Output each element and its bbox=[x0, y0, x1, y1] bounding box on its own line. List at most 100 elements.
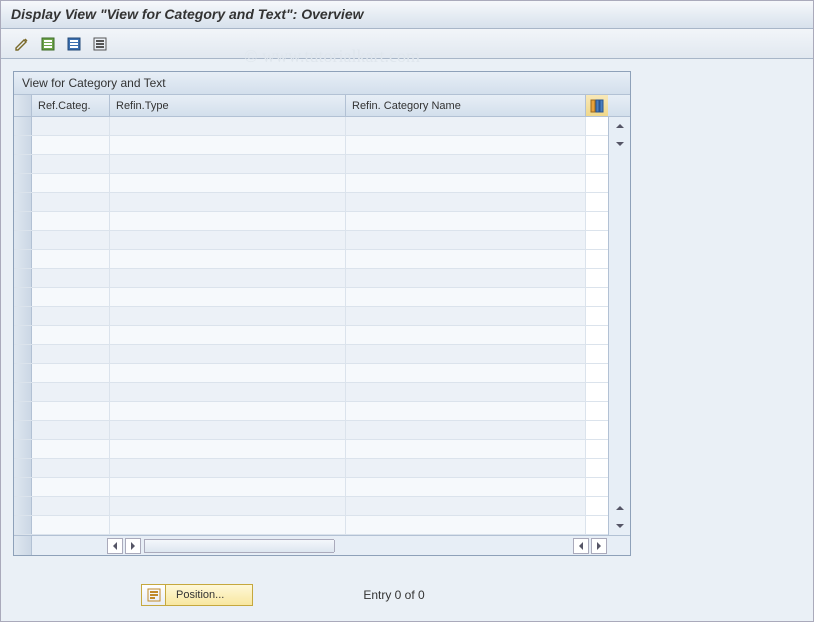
cell[interactable] bbox=[32, 212, 110, 230]
cell[interactable] bbox=[110, 250, 346, 268]
row-selector[interactable] bbox=[14, 307, 32, 325]
scroll-right-icon[interactable] bbox=[591, 538, 607, 554]
cell[interactable] bbox=[110, 174, 346, 192]
cell[interactable] bbox=[110, 402, 346, 420]
cell[interactable] bbox=[346, 497, 586, 515]
row-selector[interactable] bbox=[14, 193, 32, 211]
cell[interactable] bbox=[346, 326, 586, 344]
cell[interactable] bbox=[110, 136, 346, 154]
cell[interactable] bbox=[346, 421, 586, 439]
cell[interactable] bbox=[346, 516, 586, 534]
cell[interactable] bbox=[32, 326, 110, 344]
cell[interactable] bbox=[346, 212, 586, 230]
cell[interactable] bbox=[346, 250, 586, 268]
row-selector[interactable] bbox=[14, 345, 32, 363]
print-button[interactable] bbox=[89, 33, 111, 55]
scroll-left-icon[interactable] bbox=[107, 538, 123, 554]
cell[interactable] bbox=[346, 136, 586, 154]
cell[interactable] bbox=[346, 402, 586, 420]
cell[interactable] bbox=[110, 269, 346, 287]
cell[interactable] bbox=[110, 288, 346, 306]
select-all-button[interactable] bbox=[37, 33, 59, 55]
scroll-right-icon[interactable] bbox=[125, 538, 141, 554]
row-selector[interactable] bbox=[14, 478, 32, 496]
cell[interactable] bbox=[110, 459, 346, 477]
cell[interactable] bbox=[110, 193, 346, 211]
scroll-down-icon[interactable] bbox=[609, 517, 630, 535]
row-selector[interactable] bbox=[14, 117, 32, 135]
cell[interactable] bbox=[346, 345, 586, 363]
cell[interactable] bbox=[32, 364, 110, 382]
cell[interactable] bbox=[346, 307, 586, 325]
cell[interactable] bbox=[346, 440, 586, 458]
cell[interactable] bbox=[346, 231, 586, 249]
row-selector[interactable] bbox=[14, 326, 32, 344]
cell[interactable] bbox=[346, 193, 586, 211]
cell[interactable] bbox=[32, 459, 110, 477]
cell[interactable] bbox=[32, 193, 110, 211]
vertical-scrollbar[interactable] bbox=[608, 117, 630, 535]
cell[interactable] bbox=[32, 307, 110, 325]
row-selector[interactable] bbox=[14, 497, 32, 515]
cell[interactable] bbox=[346, 383, 586, 401]
cell[interactable] bbox=[110, 440, 346, 458]
row-selector[interactable] bbox=[14, 231, 32, 249]
cell[interactable] bbox=[346, 364, 586, 382]
cell[interactable] bbox=[346, 117, 586, 135]
cell[interactable] bbox=[110, 155, 346, 173]
toggle-change-button[interactable] bbox=[11, 33, 33, 55]
cell[interactable] bbox=[110, 231, 346, 249]
scroll-left-icon[interactable] bbox=[573, 538, 589, 554]
row-selector[interactable] bbox=[14, 288, 32, 306]
cell[interactable] bbox=[32, 478, 110, 496]
cell[interactable] bbox=[32, 269, 110, 287]
cell[interactable] bbox=[32, 421, 110, 439]
cell[interactable] bbox=[110, 478, 346, 496]
deselect-all-button[interactable] bbox=[63, 33, 85, 55]
row-selector[interactable] bbox=[14, 155, 32, 173]
cell[interactable] bbox=[32, 440, 110, 458]
scroll-down-icon[interactable] bbox=[609, 135, 630, 153]
cell[interactable] bbox=[32, 117, 110, 135]
cell[interactable] bbox=[110, 383, 346, 401]
column-refin-category-name[interactable]: Refin. Category Name bbox=[346, 95, 586, 116]
column-ref-categ[interactable]: Ref.Categ. bbox=[32, 95, 110, 116]
cell[interactable] bbox=[32, 231, 110, 249]
row-selector[interactable] bbox=[14, 250, 32, 268]
cell[interactable] bbox=[32, 497, 110, 515]
row-selector[interactable] bbox=[14, 402, 32, 420]
cell[interactable] bbox=[32, 250, 110, 268]
cell[interactable] bbox=[110, 497, 346, 515]
row-selector[interactable] bbox=[14, 269, 32, 287]
cell[interactable] bbox=[110, 326, 346, 344]
position-button[interactable]: Position... bbox=[141, 584, 253, 606]
cell[interactable] bbox=[110, 307, 346, 325]
cell[interactable] bbox=[32, 402, 110, 420]
cell[interactable] bbox=[346, 174, 586, 192]
horizontal-scrollbar[interactable] bbox=[14, 535, 630, 555]
row-selector[interactable] bbox=[14, 174, 32, 192]
cell[interactable] bbox=[346, 269, 586, 287]
cell[interactable] bbox=[346, 288, 586, 306]
cell[interactable] bbox=[110, 364, 346, 382]
cell[interactable] bbox=[110, 117, 346, 135]
row-selector[interactable] bbox=[14, 421, 32, 439]
row-selector[interactable] bbox=[14, 364, 32, 382]
cell[interactable] bbox=[346, 459, 586, 477]
cell[interactable] bbox=[32, 383, 110, 401]
row-selector[interactable] bbox=[14, 212, 32, 230]
cell[interactable] bbox=[32, 136, 110, 154]
cell[interactable] bbox=[110, 212, 346, 230]
row-selector[interactable] bbox=[14, 516, 32, 534]
row-selector[interactable] bbox=[14, 459, 32, 477]
scroll-up-icon[interactable] bbox=[609, 117, 630, 135]
row-selector[interactable] bbox=[14, 440, 32, 458]
row-selector[interactable] bbox=[14, 383, 32, 401]
cell[interactable] bbox=[32, 174, 110, 192]
cell[interactable] bbox=[346, 155, 586, 173]
cell[interactable] bbox=[110, 345, 346, 363]
hscroll-thumb[interactable] bbox=[145, 540, 335, 552]
cell[interactable] bbox=[110, 421, 346, 439]
cell[interactable] bbox=[32, 516, 110, 534]
scroll-up-icon[interactable] bbox=[609, 499, 630, 517]
